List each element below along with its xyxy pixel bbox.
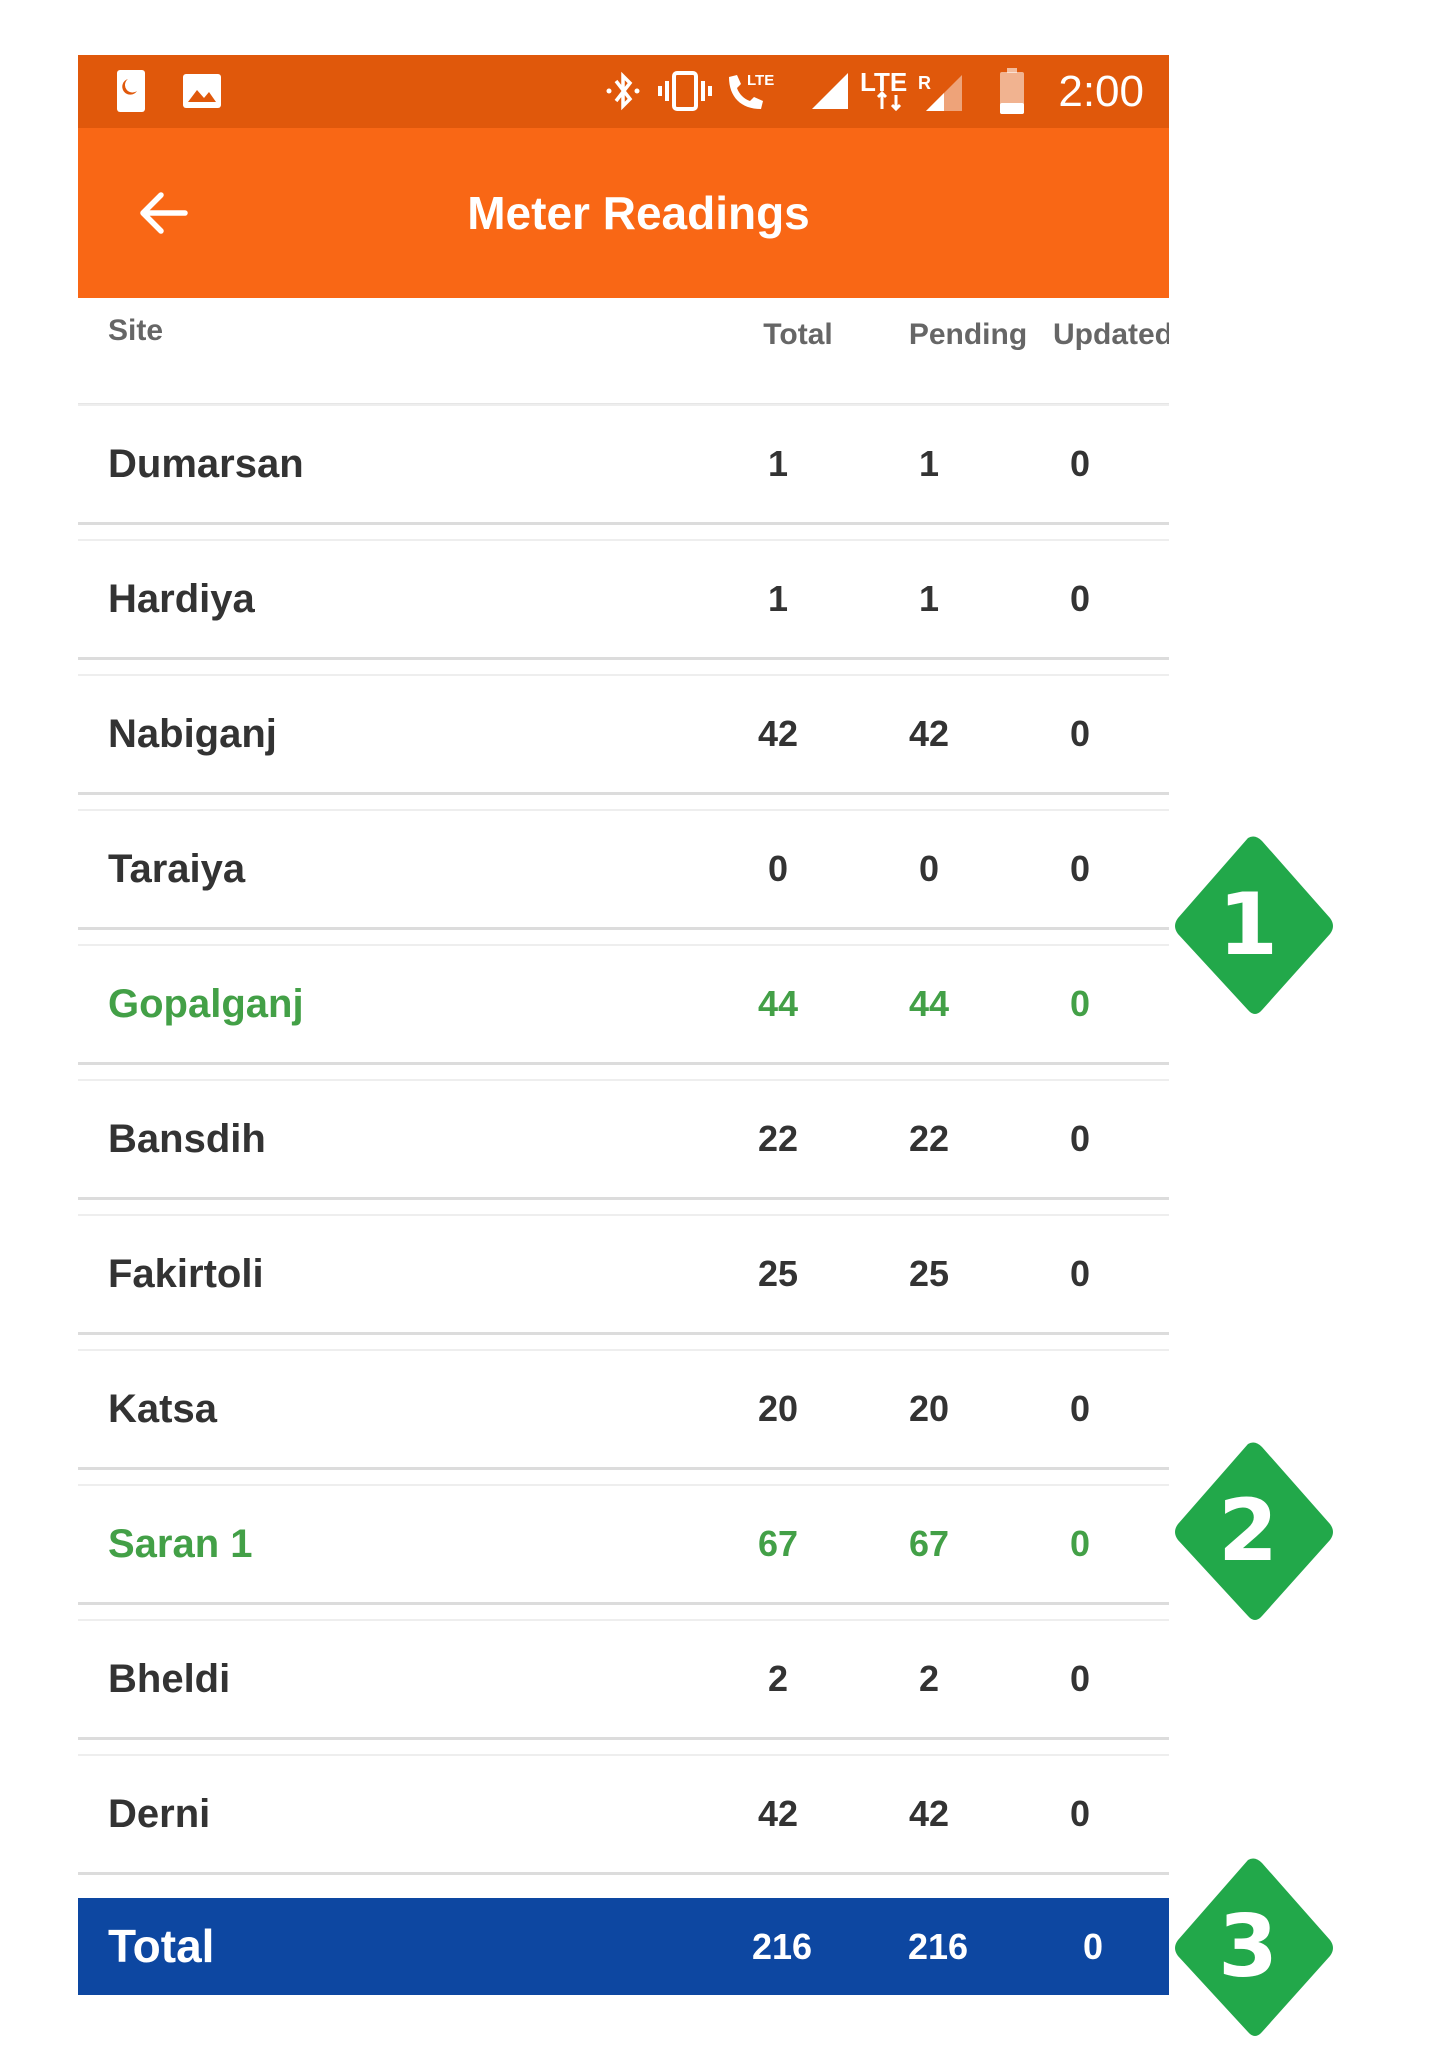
row-updated: 0 [1069, 1118, 1091, 1159]
signal-icon [808, 69, 852, 113]
lte-call-icon: LTE [725, 69, 785, 113]
vibrate-icon [658, 69, 712, 113]
roaming-label: R [918, 73, 931, 93]
row-updated: 0 [1069, 1658, 1091, 1699]
row-pending: 44 [908, 983, 950, 1024]
table-row-highlighted[interactable]: Gopalganj 44 44 0 [78, 944, 1169, 1065]
bluetooth-icon [603, 69, 643, 113]
status-bar: LTE LTE R 2:00 [78, 55, 1169, 128]
battery-icon [998, 68, 1026, 114]
row-updated: 0 [1069, 1523, 1091, 1564]
page-title: Meter Readings [467, 187, 810, 239]
table-row[interactable]: Hardiya 1 1 0 [78, 539, 1169, 660]
header-total: Total [763, 318, 833, 351]
status-time: 2:00 [1058, 67, 1144, 116]
table-row[interactable]: Katsa 20 20 0 [78, 1349, 1169, 1470]
app-bar: Meter Readings [78, 128, 1169, 298]
back-button[interactable] [128, 178, 198, 248]
row-site: Nabiganj [108, 712, 277, 756]
row-updated: 0 [1069, 983, 1091, 1024]
table-header: Site Total Pending Updated [78, 298, 1169, 405]
row-total: 67 [757, 1523, 799, 1564]
row-pending: 22 [908, 1118, 950, 1159]
screenshot-stage: LTE LTE R 2:00 Meter Readings Site Total… [0, 0, 1430, 2053]
row-updated: 0 [1069, 713, 1091, 754]
row-pending: 20 [908, 1388, 950, 1429]
row-site: Hardiya [108, 577, 255, 621]
callout-number: 1 [1218, 875, 1278, 975]
arrow-left-icon [140, 192, 188, 234]
row-updated: 0 [1069, 1253, 1091, 1294]
row-updated: 0 [1069, 1388, 1091, 1429]
row-pending: 42 [908, 713, 950, 754]
row-updated: 0 [1069, 1793, 1091, 1834]
table-row[interactable]: Bheldi 2 2 0 [78, 1619, 1169, 1740]
totals-updated: 0 [1082, 1926, 1104, 1967]
row-total: 1 [767, 578, 789, 619]
row-site: Saran 1 [108, 1522, 253, 1566]
row-updated: 0 [1069, 848, 1091, 889]
row-pending: 2 [918, 1658, 940, 1699]
row-total: 44 [757, 983, 799, 1024]
header-updated: Updated [1053, 318, 1169, 351]
totals-label: Total [108, 1920, 215, 1972]
row-total: 25 [757, 1253, 799, 1294]
row-site: Katsa [108, 1387, 217, 1431]
lte-roaming-signal-icon: LTE R [858, 69, 968, 113]
totals-total: 216 [751, 1926, 813, 1967]
callout-number: 3 [1218, 1897, 1278, 1997]
table-row[interactable]: Fakirtoli 25 25 0 [78, 1214, 1169, 1335]
header-site: Site [108, 314, 164, 347]
row-total: 2 [767, 1658, 789, 1699]
row-total: 42 [757, 1793, 799, 1834]
row-total: 22 [757, 1118, 799, 1159]
lte-label: LTE [747, 72, 774, 89]
callout-badge-2: 2 [1160, 1426, 1370, 1636]
row-site: Gopalganj [108, 982, 304, 1026]
row-pending: 0 [918, 848, 940, 889]
row-pending: 42 [908, 1793, 950, 1834]
phone-screen: LTE LTE R 2:00 Meter Readings Site Total… [78, 55, 1169, 1995]
row-total: 1 [767, 443, 789, 484]
totals-pending: 216 [907, 1926, 969, 1967]
callout-badge-1: 1 [1160, 820, 1370, 1030]
night-mode-icon [114, 69, 148, 113]
row-updated: 0 [1069, 443, 1091, 484]
table-row[interactable]: Nabiganj 42 42 0 [78, 674, 1169, 795]
row-total: 0 [767, 848, 789, 889]
row-site: Dumarsan [108, 442, 304, 486]
table-row[interactable]: Dumarsan 1 1 0 [78, 404, 1169, 525]
row-total: 20 [757, 1388, 799, 1429]
table-row-highlighted[interactable]: Saran 1 67 67 0 [78, 1484, 1169, 1605]
row-total: 42 [757, 713, 799, 754]
callout-number: 2 [1218, 1481, 1278, 1581]
row-pending: 67 [908, 1523, 950, 1564]
table-row[interactable]: Derni 42 42 0 [78, 1754, 1169, 1875]
row-site: Fakirtoli [108, 1252, 264, 1296]
image-icon [182, 69, 222, 113]
table-row[interactable]: Bansdih 22 22 0 [78, 1079, 1169, 1200]
row-site: Taraiya [108, 847, 246, 891]
row-site: Bansdih [108, 1117, 266, 1161]
row-pending: 1 [918, 443, 940, 484]
totals-row: Total 216 216 0 [78, 1898, 1169, 1995]
row-site: Bheldi [108, 1657, 231, 1701]
table-row[interactable]: Taraiya 0 0 0 [78, 809, 1169, 930]
row-updated: 0 [1069, 578, 1091, 619]
row-pending: 1 [918, 578, 940, 619]
row-pending: 25 [908, 1253, 950, 1294]
callout-badge-3: 3 [1160, 1842, 1370, 2052]
row-site: Derni [108, 1792, 211, 1836]
